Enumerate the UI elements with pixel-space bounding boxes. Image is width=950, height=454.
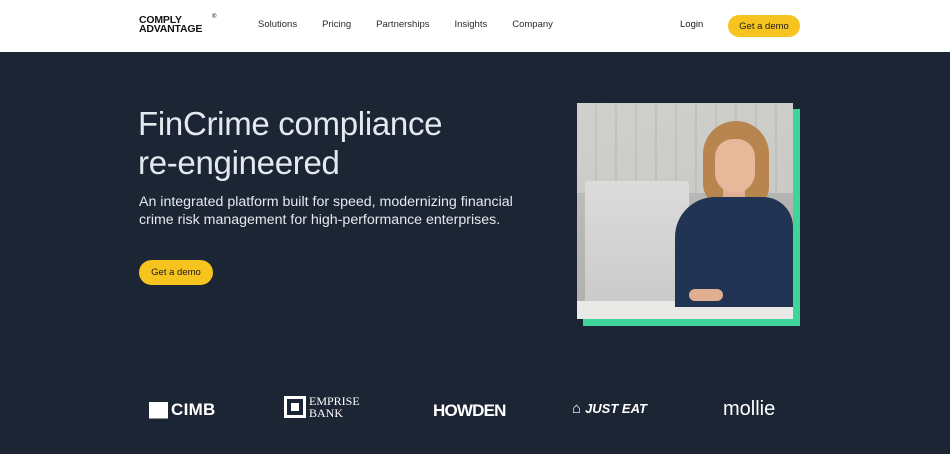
emprise-logo-text: EMPRISE BANK [309, 395, 360, 419]
nav-get-demo-button[interactable]: Get a demo [728, 15, 800, 37]
customer-logos: CIMB EMPRISE BANK HOWDEN ⌂ JUST EAT moll… [0, 395, 950, 426]
hero-title-line1: FinCrime compliance [138, 105, 443, 142]
howden-logo: HOWDEN [433, 401, 506, 420]
login-link[interactable]: Login [680, 19, 703, 30]
hero-subtitle: An integrated platform built for speed, … [139, 194, 513, 228]
mollie-logo: mollie [723, 398, 776, 420]
emprise-mark-icon [284, 396, 306, 418]
nav-links: Solutions Pricing Partnerships Insights … [258, 19, 578, 30]
woman-at-laptop-photo [577, 103, 793, 319]
hero-get-demo-button[interactable]: Get a demo [139, 260, 213, 285]
nav-pricing[interactable]: Pricing [322, 19, 351, 30]
cimb-logo: CIMB [149, 400, 216, 420]
emprise-bank-logo: EMPRISE BANK [284, 395, 360, 419]
laptop-shape [585, 181, 689, 311]
logo-line2: ADVANTAGE [139, 23, 203, 35]
nav-insights[interactable]: Insights [454, 19, 487, 30]
top-navigation: COMPLY ADVANTAGE ® Solutions Pricing Par… [0, 0, 950, 52]
nav-company[interactable]: Company [512, 19, 553, 30]
just-eat-logo-text: JUST EAT [585, 401, 647, 416]
bank-word: BANK [309, 406, 344, 420]
nav-partnerships[interactable]: Partnerships [376, 19, 429, 30]
cimb-logo-text: CIMB [171, 400, 216, 419]
nav-solutions[interactable]: Solutions [258, 19, 297, 30]
registered-mark: ® [212, 14, 217, 20]
house-icon: ⌂ [572, 400, 582, 417]
cimb-mark-icon [149, 401, 168, 419]
hero-title-line2: re-engineered [138, 144, 340, 181]
comply-advantage-logo[interactable]: COMPLY ADVANTAGE ® [139, 14, 219, 35]
just-eat-logo: ⌂ JUST EAT [572, 400, 647, 417]
hero-title: FinCrime compliance re-engineered [138, 104, 558, 182]
